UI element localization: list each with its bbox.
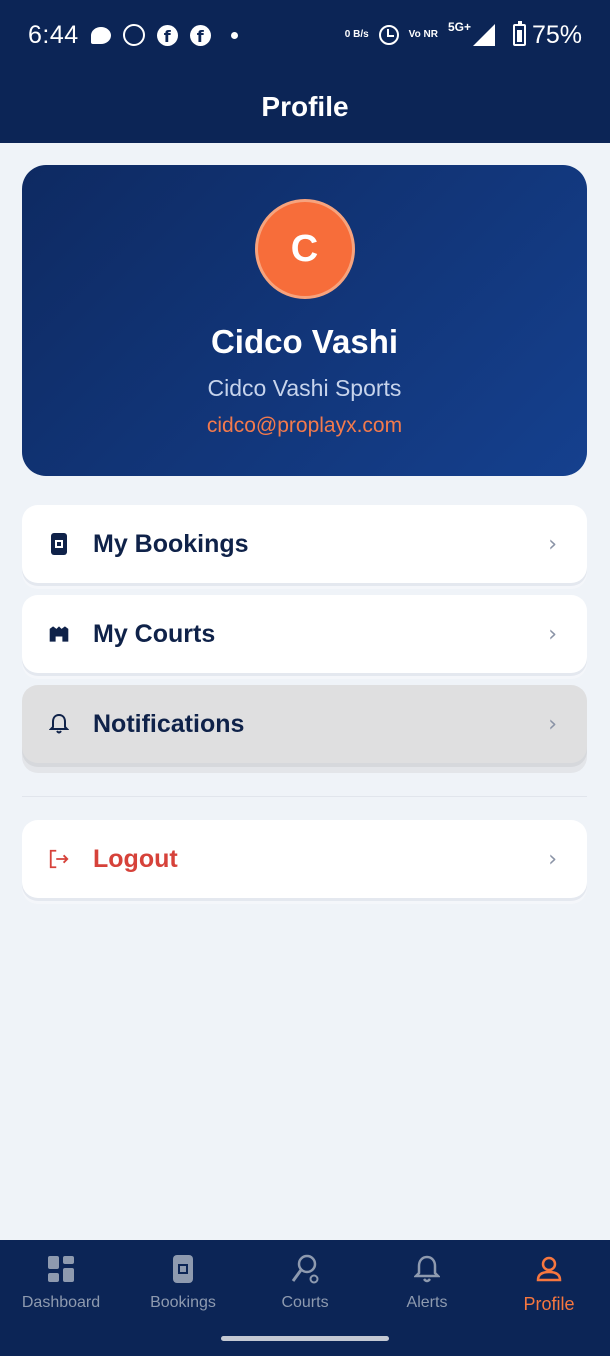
booking-icon — [48, 533, 70, 555]
app-bar: Profile — [0, 70, 610, 143]
whatsapp-icon — [122, 24, 145, 46]
dashboard-icon — [47, 1252, 75, 1286]
alarm-icon — [378, 25, 399, 45]
page-title: Profile — [261, 90, 349, 122]
nav-label: Bookings — [150, 1294, 216, 1311]
bell-icon — [414, 1252, 440, 1286]
more-notifications-icon — [230, 31, 238, 39]
nav-item-dashboard[interactable]: Dashboard — [0, 1240, 122, 1356]
bell-icon — [48, 713, 70, 735]
volte-indicator: Vo NR — [408, 29, 438, 40]
nav-label: Alerts — [406, 1294, 448, 1311]
chevron-right-icon: › — [548, 531, 557, 557]
divider — [22, 796, 587, 797]
racket-icon — [290, 1252, 320, 1286]
avatar: C — [254, 199, 355, 299]
data-rate: 0 B/s — [344, 29, 369, 40]
chevron-right-icon: › — [548, 711, 557, 737]
home-indicator[interactable] — [221, 1336, 389, 1341]
profile-organization: Cidco Vashi Sports — [207, 375, 402, 401]
facebook-icon: f — [189, 24, 211, 46]
status-bar: 6:44 f f 0 B/s Vo NR 5G+ 75% — [0, 0, 610, 70]
menu-item-notifications[interactable]: Notifications › — [22, 685, 587, 763]
profile-card: C Cidco Vashi Cidco Vashi Sports cidco@p… — [22, 165, 587, 476]
nav-item-profile[interactable]: Profile — [488, 1240, 610, 1356]
facebook-icon: f — [156, 24, 178, 46]
message-icon — [90, 26, 111, 44]
menu-item-label: Notifications — [93, 709, 245, 738]
nav-label: Dashboard — [21, 1294, 101, 1311]
user-icon — [535, 1252, 563, 1286]
logout-label: Logout — [93, 844, 178, 873]
stadium-icon — [48, 623, 70, 645]
battery-percent: 75% — [531, 20, 582, 49]
network-type: 5G+ — [447, 20, 471, 34]
menu-item-my-courts[interactable]: My Courts › — [22, 595, 587, 673]
nav-label: Profile — [523, 1294, 575, 1314]
status-time: 6:44 — [28, 20, 79, 49]
menu-item-label: My Courts — [93, 619, 216, 648]
profile-email: cidco@proplayx.com — [206, 414, 403, 437]
signal-icon — [472, 24, 495, 46]
battery-icon — [512, 21, 526, 46]
booking-icon — [172, 1252, 194, 1286]
menu-item-my-bookings[interactable]: My Bookings › — [22, 505, 587, 583]
menu-item-label: My Bookings — [93, 529, 249, 558]
chevron-right-icon: › — [548, 621, 557, 647]
logout-icon — [48, 848, 70, 870]
chevron-right-icon: › — [548, 846, 557, 872]
nav-label: Courts — [281, 1294, 329, 1311]
logout-button[interactable]: Logout › — [22, 820, 587, 898]
profile-name: Cidco Vashi — [210, 323, 399, 360]
